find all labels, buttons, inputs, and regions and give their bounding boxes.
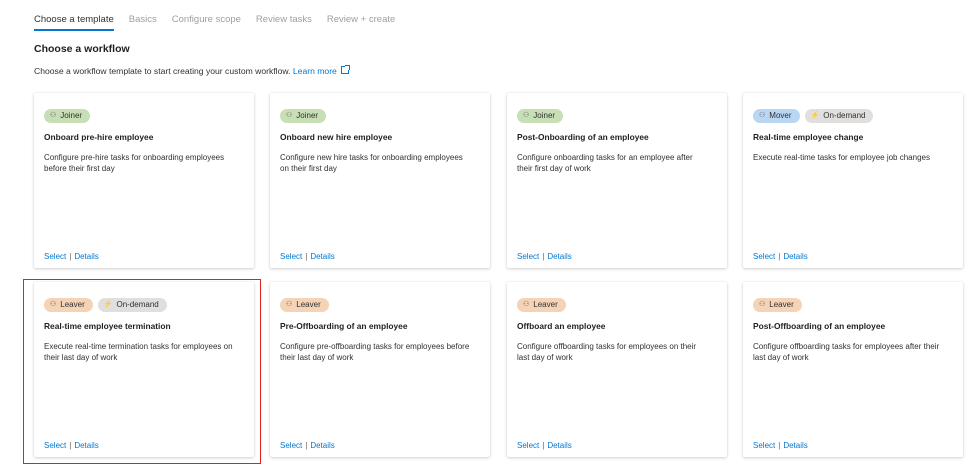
- select-link[interactable]: Select: [280, 252, 302, 261]
- tab-choose-template[interactable]: Choose a template: [34, 14, 114, 31]
- card-badges: ⚇ Leaver: [753, 298, 802, 312]
- card-links: Select | Details: [280, 441, 335, 450]
- card-description: Configure offboarding tasks for employee…: [517, 342, 697, 362]
- details-link[interactable]: Details: [310, 441, 334, 450]
- tab-configure-scope[interactable]: Configure scope: [172, 14, 241, 31]
- details-link[interactable]: Details: [547, 441, 571, 450]
- link-separator: |: [305, 441, 308, 450]
- card-badges: ⚇ Mover ⚡ On-demand: [753, 109, 874, 123]
- card-links: Select | Details: [517, 441, 572, 450]
- details-link[interactable]: Details: [783, 252, 807, 261]
- external-link-icon: [340, 65, 350, 74]
- people-icon: ⚇: [286, 301, 293, 308]
- selection-highlight: [23, 279, 261, 464]
- template-card[interactable]: ⚇ Joiner Onboard pre-hire employee Configur…: [34, 93, 254, 268]
- category-badge: ⚇ Leaver: [753, 298, 802, 312]
- badge-label: Joiner: [533, 111, 556, 120]
- badge-label: Mover: [769, 111, 792, 120]
- select-link[interactable]: Select: [517, 252, 539, 261]
- people-icon: ⚇: [286, 112, 293, 119]
- page-title: Choose a workflow: [34, 43, 130, 55]
- badge-label: Leaver: [296, 300, 321, 309]
- card-description: Execute real-time tasks for employee job…: [753, 153, 930, 162]
- card-badges: ⚇ Joiner: [517, 109, 564, 123]
- select-link[interactable]: Select: [280, 441, 302, 450]
- template-card[interactable]: ⚇ Joiner Onboard new hire employee Configur…: [270, 93, 490, 268]
- tab-basics[interactable]: Basics: [129, 14, 157, 31]
- wizard-tabs: Choose a template Basics Configure scope…: [34, 14, 410, 31]
- people-icon: ⚇: [523, 112, 530, 119]
- people-icon: ⚇: [759, 301, 766, 308]
- link-separator: |: [778, 441, 781, 450]
- card-badges: ⚇ Joiner: [44, 109, 91, 123]
- category-badge: ⚇ Joiner: [517, 109, 564, 123]
- category-badge: ⚇ Joiner: [44, 109, 91, 123]
- link-separator: |: [305, 252, 308, 261]
- badge-label: Joiner: [60, 111, 83, 120]
- link-separator: |: [778, 252, 781, 261]
- card-description: Configure onboarding tasks for an employ…: [517, 153, 693, 173]
- template-card[interactable]: ⚇ Leaver Pre-Offboarding of an employee Con…: [270, 282, 490, 457]
- card-links: Select | Details: [44, 252, 99, 261]
- card-links: Select | Details: [753, 441, 808, 450]
- select-link[interactable]: Select: [753, 441, 775, 450]
- badge-label: Joiner: [296, 111, 319, 120]
- category-badge: ⚇ Leaver: [517, 298, 566, 312]
- card-links: Select | Details: [753, 252, 808, 261]
- details-link[interactable]: Details: [310, 252, 334, 261]
- learn-more-link[interactable]: Learn more: [292, 65, 350, 76]
- template-card[interactable]: ⚇ Leaver Offboard an employee Configure off…: [507, 282, 727, 457]
- category-badge: ⚇ Joiner: [280, 109, 327, 123]
- card-badges: ⚇ Joiner: [280, 109, 327, 123]
- link-separator: |: [542, 252, 545, 261]
- people-icon: ⚇: [759, 112, 766, 119]
- card-badges: ⚇ Leaver: [517, 298, 566, 312]
- card-title: Onboard new hire employee: [280, 132, 393, 142]
- link-separator: |: [69, 252, 72, 261]
- badge-label: On-demand: [823, 111, 866, 120]
- details-link[interactable]: Details: [783, 441, 807, 450]
- card-description: Configure pre-offboarding tasks for empl…: [280, 342, 470, 362]
- learn-more-label: Learn more: [292, 66, 337, 76]
- template-card[interactable]: ⚇ Leaver Post-Offboarding of an employee Co…: [743, 282, 963, 457]
- select-link[interactable]: Select: [44, 252, 66, 261]
- details-link[interactable]: Details: [74, 252, 98, 261]
- card-title: Post-Onboarding of an employee: [517, 132, 649, 142]
- card-description: Configure new hire tasks for onboarding …: [280, 153, 463, 173]
- people-icon: ⚇: [523, 301, 530, 308]
- card-badges: ⚇ Leaver: [280, 298, 329, 312]
- tab-review-tasks[interactable]: Review tasks: [256, 14, 312, 31]
- page-description: Choose a workflow template to start crea…: [34, 65, 350, 76]
- category-badge: ⚡ On-demand: [804, 109, 874, 123]
- card-description: Configure offboarding tasks for employee…: [753, 342, 940, 362]
- badge-label: Leaver: [769, 300, 794, 309]
- card-title: Real-time employee change: [753, 132, 864, 142]
- lightning-icon: ⚡: [810, 112, 820, 119]
- card-description: Configure pre-hire tasks for onboarding …: [44, 153, 225, 173]
- template-card[interactable]: ⚇ Joiner Post-Onboarding of an employee Con…: [507, 93, 727, 268]
- tab-review-create[interactable]: Review + create: [327, 14, 395, 31]
- link-separator: |: [542, 441, 545, 450]
- select-link[interactable]: Select: [517, 441, 539, 450]
- description-text: Choose a workflow template to start crea…: [34, 66, 291, 76]
- category-badge: ⚇ Mover: [753, 109, 800, 123]
- select-link[interactable]: Select: [753, 252, 775, 261]
- card-links: Select | Details: [280, 252, 335, 261]
- template-card[interactable]: ⚇ Mover ⚡ On-demand Real-time employee chang…: [743, 93, 963, 268]
- card-title: Offboard an employee: [517, 321, 606, 331]
- card-links: Select | Details: [517, 252, 572, 261]
- people-icon: ⚇: [50, 112, 57, 119]
- category-badge: ⚇ Leaver: [280, 298, 329, 312]
- card-title: Onboard pre-hire employee: [44, 132, 154, 142]
- details-link[interactable]: Details: [547, 252, 571, 261]
- card-title: Post-Offboarding of an employee: [753, 321, 886, 331]
- card-title: Pre-Offboarding of an employee: [280, 321, 408, 331]
- badge-label: Leaver: [533, 300, 558, 309]
